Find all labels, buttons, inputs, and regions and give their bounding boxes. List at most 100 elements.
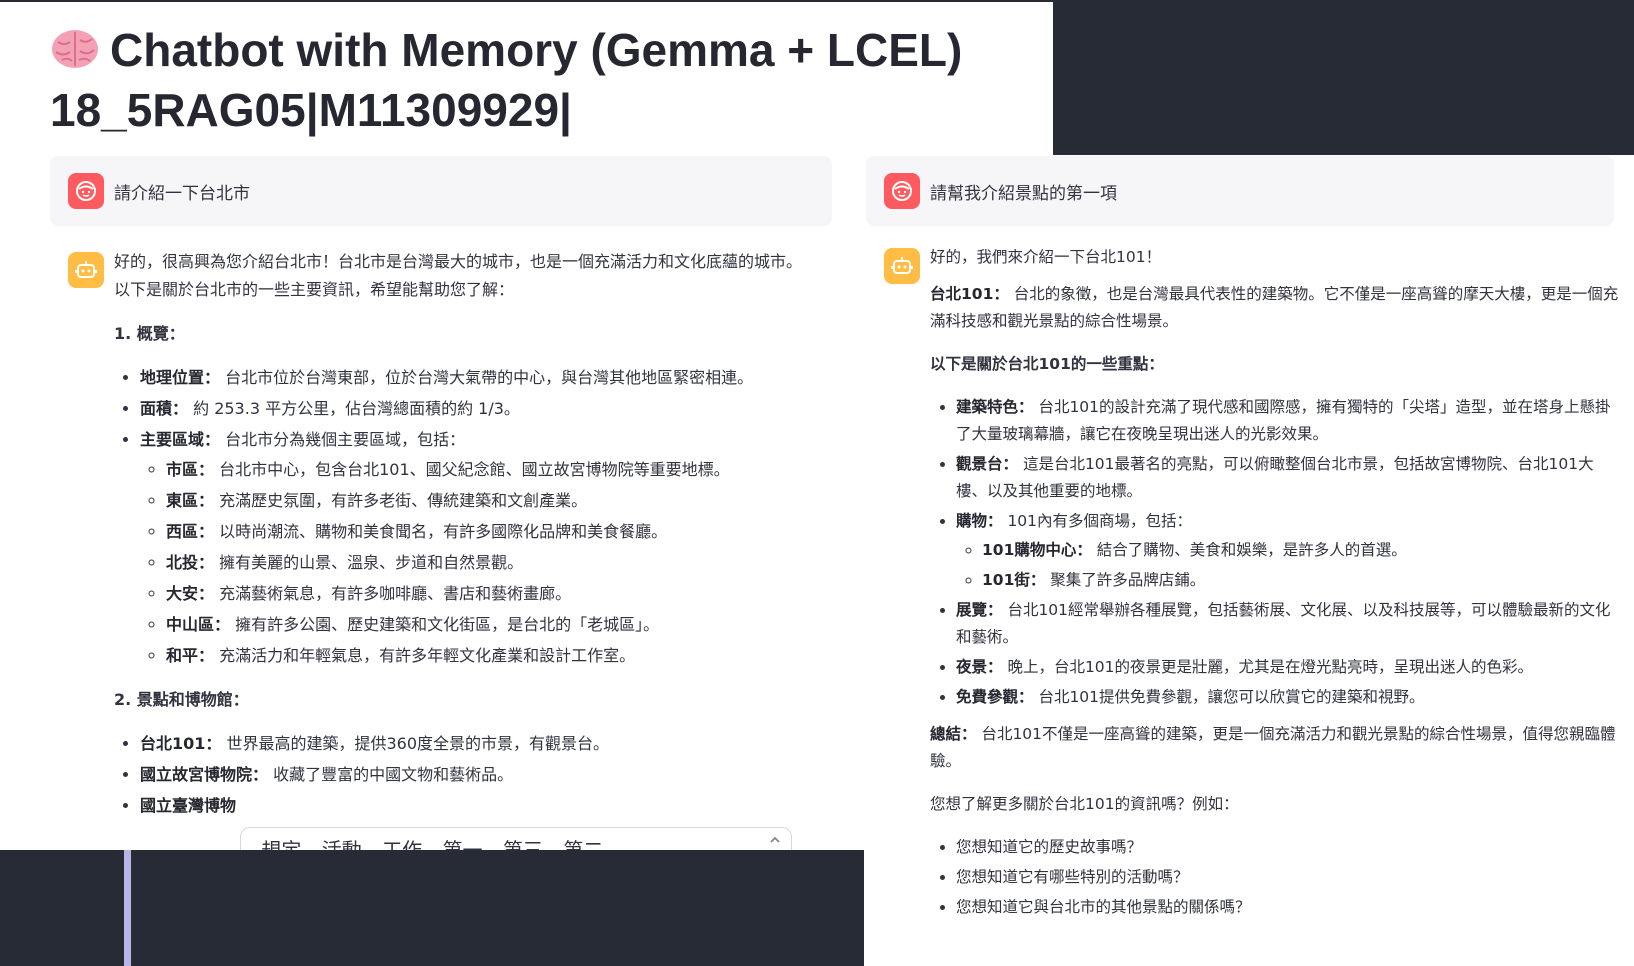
item-text: 充滿藝術氣息，有許多咖啡廳、書店和藝術畫廊。 — [214, 584, 572, 603]
chevron-up-icon[interactable] — [767, 832, 783, 848]
item-label: 觀景台： — [956, 455, 1019, 473]
conclusion-paragraph: 總結： 台北101不僅是一座高聳的建築，更是一個充滿活力和觀光景點的綜合性場景，… — [930, 721, 1620, 775]
item-text: 台北101經常舉辦各種展覽，包括藝術展、文化展、以及科技展等，可以體驗最新的文化… — [956, 601, 1611, 646]
page-title-text: Chatbot with Memory (Gemma + LCEL) 18_5R… — [50, 24, 963, 136]
suggestion-label: 第二 — [563, 838, 604, 850]
accent-strip — [124, 850, 131, 966]
item-text: 擁有美麗的山景、溫泉、步道和自然景觀。 — [214, 553, 524, 572]
suggestion-label: 規定 — [261, 838, 302, 850]
list-item: 101街： 聚集了許多品牌店鋪。 — [982, 567, 1620, 594]
bot-avatar — [884, 248, 920, 284]
suggestion-option[interactable]: 4第一 — [430, 834, 482, 850]
list-item: 國立臺灣博物 — [140, 792, 814, 820]
list-item: 主要區域： 台北市分為幾個主要區域，包括： 市區： 台北市中心，包含台北101、… — [140, 426, 814, 670]
item-label: 購物： — [956, 512, 1003, 530]
assistant-message-body: 好的，我們來介紹一下台北101！ 台北101： 台北的象徵，也是台灣最具代表性的… — [930, 244, 1620, 937]
robot-icon — [75, 261, 97, 278]
user-message-text: 請介紹一下台北市 — [114, 183, 250, 204]
item-text: 台北101不僅是一座高聳的建築，更是一個充滿活力和觀光景點的綜合性場景，值得您親… — [930, 725, 1616, 770]
list-item: 市區： 台北市中心，包含台北101、國父紀念館、國立故宮博物院等重要地標。 — [166, 456, 814, 484]
item-text: 聚集了許多品牌店鋪。 — [1045, 571, 1206, 589]
item-text: 充滿歷史氛圍，有許多老街、傳統建築和文創產業。 — [214, 491, 588, 510]
list-item: 夜景： 晚上，台北101的夜景更是壯麗，尤其是在燈光點亮時，呈現出迷人的色彩。 — [956, 654, 1620, 681]
suggestion-label: 活動 — [321, 838, 362, 850]
user-message-text: 請幫我介紹景點的第一項 — [930, 183, 1117, 204]
suggestion-option[interactable]: 1規定 — [249, 834, 301, 850]
suggestion-label: 工作 — [382, 838, 423, 850]
suggestion-bar: 1規定 2活動 3工作 4第一 5第三 6第二 — [240, 827, 792, 850]
item-text: 結合了購物、美食和娛樂，是許多人的首選。 — [1091, 541, 1407, 559]
list-item: 觀景台： 這是台北101最著名的亮點，可以俯瞰整個台北市景，包括故宮博物院、台北… — [956, 451, 1620, 505]
item-label: 台北101： — [140, 734, 222, 753]
item-text: 台北101提供免費參觀，讓您可以欣賞它的建築和視野。 — [1033, 688, 1425, 706]
item-label: 中山區： — [166, 615, 231, 634]
face-icon — [76, 181, 96, 201]
suggestion-label: 第一 — [442, 838, 483, 850]
item-label: 台北101： — [930, 285, 1009, 303]
dark-window-region — [1053, 0, 1634, 155]
list-item: 您想知道它的歷史故事嗎？ — [956, 834, 1620, 861]
section-heading: 2. 景點和博物館： — [114, 690, 249, 709]
assistant-message-body: 好的，很高興為您介紹台北市！台北市是台灣最大的城市，也是一個充滿活力和文化底蘊的… — [114, 248, 814, 836]
list-item: 大安： 充滿藝術氣息，有許多咖啡廳、書店和藝術畫廊。 — [166, 580, 814, 608]
list-item: 展覽： 台北101經常舉辦各種展覽，包括藝術展、文化展、以及科技展等，可以體驗最… — [956, 597, 1620, 651]
list-item: 東區： 充滿歷史氛圍，有許多老街、傳統建築和文創產業。 — [166, 487, 814, 515]
suggestion-option[interactable]: 5第三 — [491, 834, 543, 850]
robot-icon — [891, 257, 913, 274]
list-item: 中山區： 擁有許多公園、歷史建築和文化街區，是台北的「老城區」。 — [166, 611, 814, 639]
list-item: 國立故宮博物院： 收藏了豐富的中國文物和藝術品。 — [140, 761, 814, 789]
page-title: Chatbot with Memory (Gemma + LCEL) 18_5R… — [50, 20, 1040, 140]
shopping-list: 101購物中心： 結合了購物、美食和娛樂，是許多人的首選。 101街： 聚集了許… — [956, 537, 1620, 594]
item-label: 展覽： — [956, 601, 1003, 619]
user-message: 請介紹一下台北市 — [50, 156, 832, 226]
item-label: 101購物中心： — [982, 541, 1092, 559]
list-item: 地理位置： 台北市位於台灣東部，位於台灣大氣帶的中心，與台灣其他地區緊密相連。 — [140, 364, 814, 392]
list-item: 西區： 以時尚潮流、購物和美食聞名，有許多國際化品牌和美食餐廳。 — [166, 518, 814, 546]
list-item: 免費參觀： 台北101提供免費參觀，讓您可以欣賞它的建築和視野。 — [956, 684, 1620, 711]
item-text: 台北市位於台灣東部，位於台灣大氣帶的中心，與台灣其他地區緊密相連。 — [220, 368, 754, 387]
item-text: 台北市分為幾個主要區域，包括： — [220, 430, 466, 449]
list-item: 購物： 101內有多個商場，包括： 101購物中心： 結合了購物、美食和娛樂，是… — [956, 508, 1620, 594]
item-label: 國立故宮博物院： — [140, 765, 269, 784]
item-text: 台北101的設計充滿了現代感和國際感，擁有獨特的「尖塔」造型，並在塔身上懸掛了大… — [956, 398, 1611, 443]
suggestion-option[interactable]: 6第二 — [551, 834, 603, 850]
item-text: 台北市中心，包含台北101、國父紀念館、國立故宮博物院等重要地標。 — [214, 460, 730, 479]
item-text: 這是台北101最著名的亮點，可以俯瞰整個台北市景，包括故宮博物院、台北101大樓… — [956, 455, 1594, 500]
suggestion-option[interactable]: 2活動 — [309, 834, 361, 850]
item-label: 和平： — [166, 646, 215, 665]
item-label: 面積： — [140, 399, 189, 418]
face-icon — [892, 181, 912, 201]
overview-list: 地理位置： 台北市位於台灣東部，位於台灣大氣帶的中心，與台灣其他地區緊密相連。 … — [114, 364, 814, 670]
suggestion-option[interactable]: 3工作 — [370, 834, 422, 850]
attractions-list: 台北101： 世界最高的建築，提供360度全景的市景，有觀景台。 國立故宮博物院… — [114, 730, 814, 820]
list-item: 台北101： 世界最高的建築，提供360度全景的市景，有觀景台。 — [140, 730, 814, 758]
item-label: 北投： — [166, 553, 215, 572]
list-item: 面積： 約 253.3 平方公里，佔台灣總面積的約 1/3。 — [140, 395, 814, 423]
item-label: 主要區域： — [140, 430, 221, 449]
suggestion-label: 第三 — [502, 838, 543, 850]
item-text: 台北的象徵，也是台灣最具代表性的建築物。它不僅是一座高聳的摩天大樓，更是一個充滿… — [930, 285, 1619, 330]
right-chat-pane: 請幫我介紹景點的第一項 好的，我們來介紹一下台北101！ 台北101： 台北的象… — [866, 156, 1634, 966]
left-chat-pane: 請介紹一下台北市 好的，很高興為您介紹台北市！台北市是台灣最大的城市，也是一個充… — [50, 156, 832, 850]
item-text: 收藏了豐富的中國文物和藝術品。 — [268, 765, 514, 784]
intro-paragraph: 好的，很高興為您介紹台北市！台北市是台灣最大的城市，也是一個充滿活力和文化底蘊的… — [114, 252, 803, 299]
item-label: 東區： — [166, 491, 215, 510]
dark-window-region-bottom — [0, 850, 864, 966]
item-text: 世界最高的建築，提供360度全景的市景，有觀景台。 — [221, 734, 610, 753]
user-avatar — [68, 173, 104, 209]
item-text: 擁有許多公園、歷史建築和文化街區，是台北的「老城區」。 — [230, 615, 660, 634]
user-message: 請幫我介紹景點的第一項 — [866, 156, 1614, 226]
item-label: 西區： — [166, 522, 215, 541]
list-item: 101購物中心： 結合了購物、美食和娛樂，是許多人的首選。 — [982, 537, 1620, 564]
item-label: 大安： — [166, 584, 215, 603]
summary-paragraph: 台北101： 台北的象徵，也是台灣最具代表性的建築物。它不僅是一座高聳的摩天大樓… — [930, 281, 1620, 335]
list-item: 您想知道它與台北市的其他景點的關係嗎？ — [956, 894, 1620, 921]
top-border — [0, 0, 1053, 2]
list-item: 和平： 充滿活力和年輕氣息，有許多年輕文化產業和設計工作室。 — [166, 642, 814, 670]
list-item: 您想知道它有哪些特別的活動嗎？ — [956, 864, 1620, 891]
item-text: 101內有多個商場，包括： — [1002, 512, 1193, 530]
item-label: 夜景： — [956, 658, 1003, 676]
question-list: 您想知道它的歷史故事嗎？ 您想知道它有哪些特別的活動嗎？ 您想知道它與台北市的其… — [930, 834, 1620, 921]
assistant-message: 好的，很高興為您介紹台北市！台北市是台灣最大的城市，也是一個充滿活力和文化底蘊的… — [50, 248, 832, 836]
item-label: 地理位置： — [140, 368, 221, 387]
